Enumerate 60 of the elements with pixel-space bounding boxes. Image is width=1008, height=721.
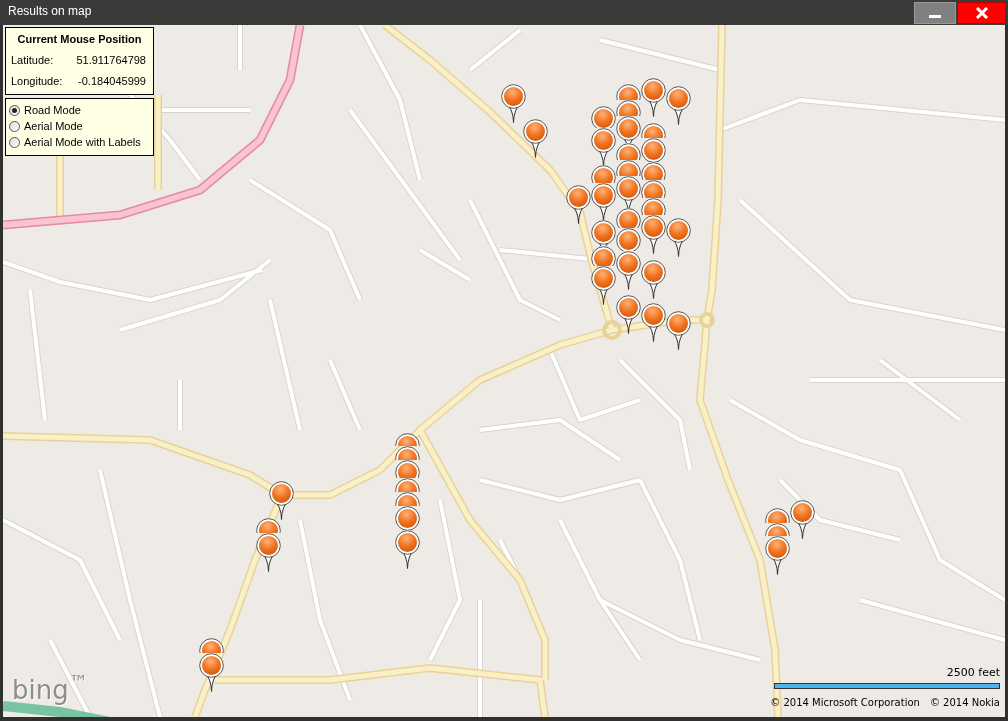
panel-title: Current Mouse Position [17, 32, 142, 46]
map-pin-icon[interactable] [615, 83, 641, 100]
map-pin-icon[interactable] [640, 122, 666, 138]
map-pin-icon[interactable] [789, 499, 815, 539]
map-mode-option[interactable]: Road Mode [9, 102, 81, 118]
map-pin-icon[interactable] [394, 459, 420, 478]
map-mode-option[interactable]: Aerial Mode [9, 118, 83, 134]
map-pin-icon[interactable] [268, 480, 294, 520]
map-pin-icon[interactable] [615, 250, 641, 290]
map-pin-icon[interactable] [665, 310, 691, 350]
map-pin-icon[interactable] [615, 207, 641, 228]
map-pin-icon[interactable] [640, 214, 666, 254]
minimize-icon [929, 15, 941, 18]
map-pin-icon[interactable] [394, 491, 420, 506]
copyright-text: © 2014 Nokia [929, 697, 1000, 709]
map-pin-icon[interactable] [394, 445, 420, 460]
map-pin-icon[interactable] [615, 227, 641, 251]
map-pin-icon[interactable] [394, 477, 420, 492]
coordinate-label: Latitude: [11, 53, 54, 67]
map-pin-icon[interactable] [500, 83, 526, 123]
map-pin-icon[interactable] [590, 265, 616, 305]
map-pin-icon[interactable] [665, 85, 691, 125]
map-pin-icon[interactable] [764, 535, 790, 575]
map-pin-icon[interactable] [565, 184, 591, 224]
bing-logo: bing$^{™}$ [12, 677, 89, 703]
close-button[interactable] [957, 2, 1006, 24]
map-pin-icon[interactable] [615, 99, 641, 116]
map-pin-icon[interactable] [615, 142, 641, 160]
window-title: Results on map [7, 3, 92, 19]
map-pin-icon[interactable] [640, 197, 666, 215]
map-pin-icon[interactable] [522, 118, 548, 158]
map-pin-icon[interactable] [764, 507, 790, 523]
copyright-text: © 2014 Microsoft Corporation [770, 697, 920, 709]
map-pin-icon[interactable] [640, 302, 666, 342]
scale-label: 2500 feet [946, 666, 1000, 679]
map-pin-icon[interactable] [764, 522, 790, 536]
map-pin-icon[interactable] [590, 105, 616, 128]
map-pin-icon[interactable] [590, 245, 616, 266]
map-pin-icon[interactable] [198, 652, 224, 692]
map-pin-icon[interactable] [615, 159, 641, 176]
map-pin-icon[interactable] [640, 179, 666, 198]
map-pin-icon[interactable] [255, 517, 281, 533]
map-pin-icon[interactable] [590, 127, 616, 165]
map-pin-icon[interactable] [615, 294, 641, 334]
map-pin-icon[interactable] [590, 164, 616, 183]
map-pin-icon[interactable] [640, 77, 666, 117]
map-pin-icon[interactable] [198, 637, 224, 653]
map-pin-icon[interactable] [255, 532, 281, 572]
coordinate-value: 51.911764798 [76, 53, 146, 67]
map-pin-icon[interactable] [590, 182, 616, 220]
map-pin-icon[interactable] [640, 259, 666, 299]
map-pin-icon[interactable] [394, 432, 420, 446]
map-mode-option[interactable]: Aerial Mode with Labels [9, 134, 141, 150]
coordinate-value: -0.184045999 [78, 74, 146, 88]
close-icon [974, 7, 989, 19]
coordinate-label: Longitude: [11, 74, 63, 88]
map-pin-icon[interactable] [640, 161, 666, 180]
map-pin-icon[interactable] [665, 217, 691, 257]
minimize-button[interactable] [914, 2, 956, 24]
map-pin-icon[interactable] [394, 529, 420, 569]
